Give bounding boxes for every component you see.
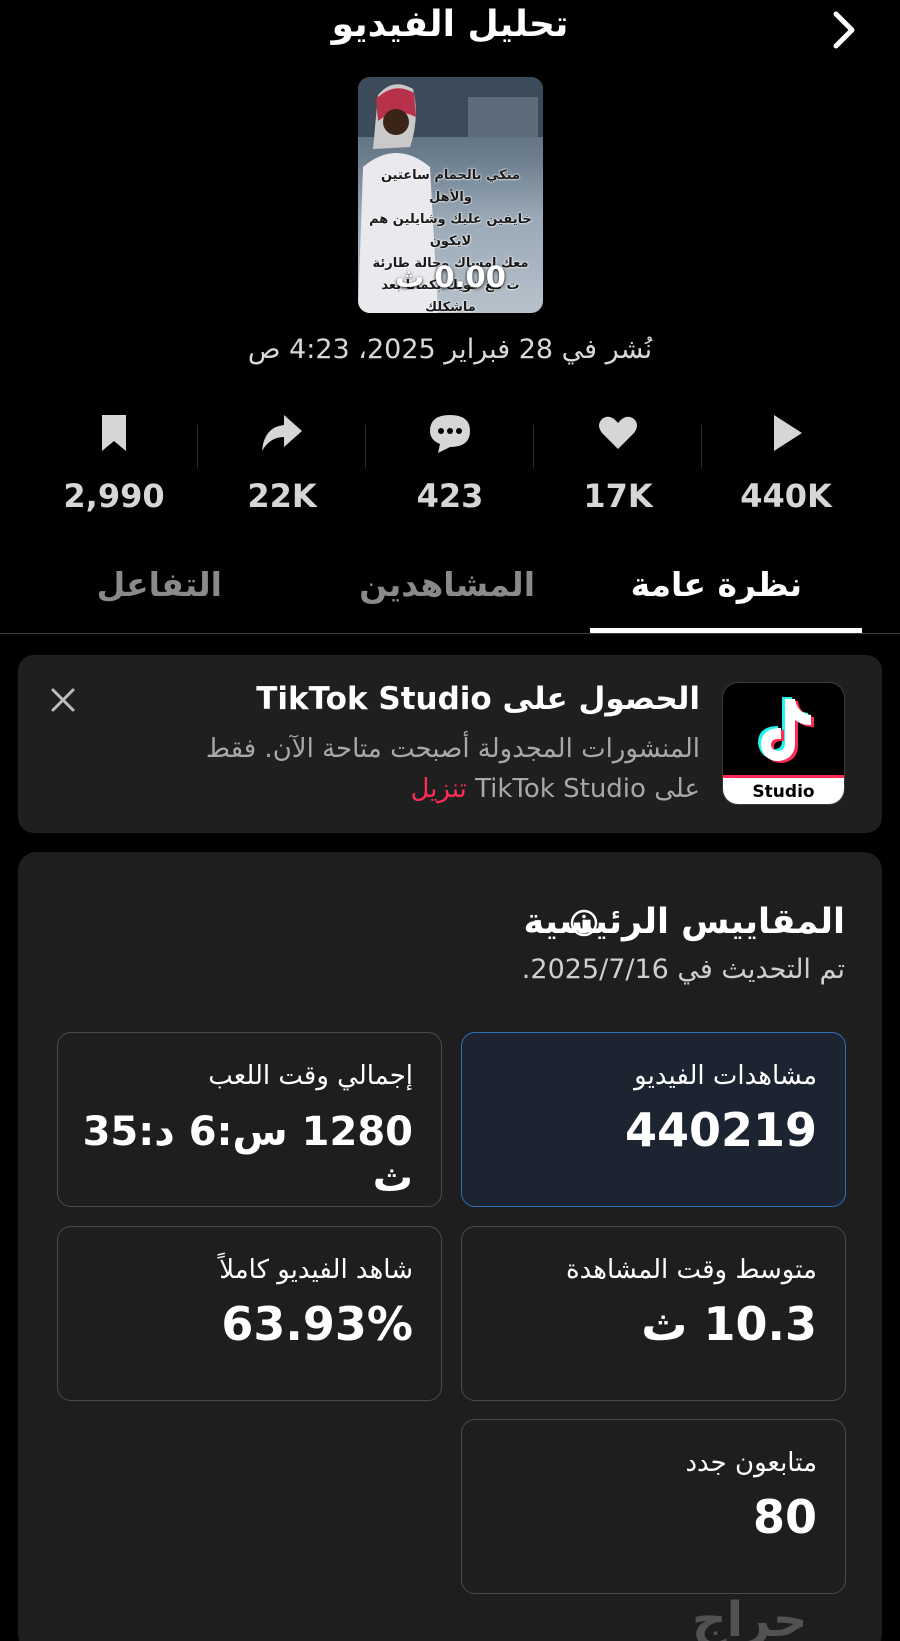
metric-label: شاهد الفيديو كاملاً xyxy=(219,1255,413,1285)
tiktok-studio-app-icon[interactable]: Studio xyxy=(722,682,845,805)
metric-label: إجمالي وقت اللعب xyxy=(208,1061,413,1091)
tab-viewers[interactable]: المشاهدين xyxy=(359,565,535,604)
tab-bar: نظرة عامة المشاهدين التفاعل xyxy=(0,545,900,635)
updated-date: تم التحديث في 2025/7/16. xyxy=(521,954,845,985)
metric-label: مشاهدات الفيديو xyxy=(634,1061,817,1091)
metric-label: متوسط وقت المشاهدة xyxy=(566,1255,817,1285)
app-icon-label: Studio xyxy=(723,775,844,804)
stat-saves: 2,990 xyxy=(30,403,198,515)
watermark: حراج xyxy=(692,1592,808,1641)
info-icon[interactable] xyxy=(569,908,599,938)
divider xyxy=(0,633,900,634)
key-metrics-panel: المقاييس الرئيسية تم التحديث في 2025/7/1… xyxy=(18,852,882,1641)
stat-value: 423 xyxy=(416,477,484,515)
promo-title: الحصول على TikTok Studio xyxy=(256,681,700,717)
metric-value: 1280 س:6 د:35 ث xyxy=(82,1109,413,1201)
promo-body: المنشورات المجدولة أصبحت متاحة الآن. فقط… xyxy=(180,729,700,809)
stat-comments: 423 xyxy=(366,403,534,515)
share-icon xyxy=(262,415,302,451)
tab-overview[interactable]: نظرة عامة xyxy=(631,565,802,604)
tiktok-logo-icon xyxy=(758,697,814,763)
download-link[interactable]: تنزيل xyxy=(410,774,466,804)
chevron-icon[interactable] xyxy=(822,8,866,52)
video-thumbnail[interactable]: متكي بالحمام ساعتين والأهل خايفين عليك و… xyxy=(358,77,543,313)
metric-card-views[interactable]: مشاهدات الفيديو 440219 xyxy=(461,1032,846,1207)
stat-views: 440K xyxy=(702,403,870,515)
tab-engagement[interactable]: التفاعل xyxy=(97,565,222,604)
publish-date: نُشر في 28 فبراير 2025، 4:23 ص xyxy=(247,334,653,365)
play-icon xyxy=(774,415,802,451)
stat-value: 2,990 xyxy=(63,477,165,515)
stats-row: 440K 17K 423 22K 2,990 xyxy=(30,403,870,515)
stat-likes: 17K xyxy=(534,403,702,515)
metric-value: 80 xyxy=(752,1490,817,1544)
close-icon[interactable] xyxy=(48,685,78,715)
studio-promo-banner: Studio الحصول على TikTok Studio المنشورا… xyxy=(18,655,882,833)
stat-value: 22K xyxy=(247,477,317,515)
comment-icon xyxy=(430,415,470,453)
metric-card-watched-full[interactable]: شاهد الفيديو كاملاً 63.93% xyxy=(57,1226,442,1401)
page-title: تحليل الفيديو xyxy=(331,4,569,45)
metric-value: 10.3 ث xyxy=(641,1297,817,1351)
stat-value: 440K xyxy=(740,477,832,515)
metric-label: متابعون جدد xyxy=(685,1448,817,1478)
metric-value: 63.93% xyxy=(221,1297,413,1351)
metric-value: 440219 xyxy=(624,1103,817,1157)
stat-shares: 22K xyxy=(198,403,366,515)
metric-card-avg-watch-time[interactable]: متوسط وقت المشاهدة 10.3 ث xyxy=(461,1226,846,1401)
video-duration: 0.00 ث xyxy=(395,260,506,294)
metric-card-total-playtime[interactable]: إجمالي وقت اللعب 1280 س:6 د:35 ث xyxy=(57,1032,442,1207)
metric-card-new-followers[interactable]: متابعون جدد 80 xyxy=(461,1419,846,1594)
stat-value: 17K xyxy=(583,477,653,515)
bookmark-icon xyxy=(102,415,126,451)
top-bar: تحليل الفيديو xyxy=(0,0,900,60)
heart-icon xyxy=(599,416,637,449)
